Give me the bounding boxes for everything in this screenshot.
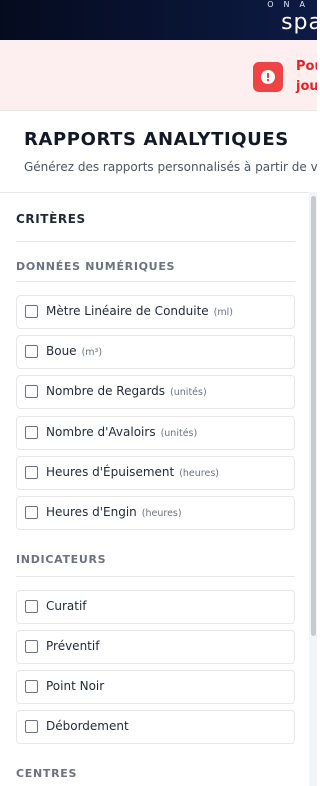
checkbox[interactable] bbox=[25, 506, 38, 519]
alert-icon bbox=[253, 62, 283, 92]
checkbox[interactable] bbox=[25, 466, 38, 479]
divider bbox=[16, 281, 295, 282]
alert-message-line-2: jou bbox=[296, 79, 317, 94]
alert-message: Pou jou bbox=[296, 57, 317, 97]
alert-banner: Pou jou bbox=[0, 40, 317, 111]
unit-label: (unités) bbox=[160, 428, 198, 439]
checkbox[interactable] bbox=[25, 720, 38, 733]
page-header: RAPPORTS ANALYTIQUES Générez des rapport… bbox=[0, 110, 317, 193]
checkbox-row-curatif[interactable]: Curatif bbox=[16, 590, 295, 624]
section-label-centres: CENTRES bbox=[16, 767, 78, 780]
checkbox-row-metre-lineaire[interactable]: Mètre Linéaire de Conduite (ml) bbox=[16, 295, 295, 329]
checkbox-row-point-noir[interactable]: Point Noir bbox=[16, 670, 295, 704]
checkbox-label: Boue bbox=[46, 344, 77, 358]
top-navbar: ONA spa bbox=[0, 0, 317, 40]
checkbox-label: Heures d'Épuisement bbox=[46, 465, 175, 479]
checkbox-label: Curatif bbox=[46, 599, 87, 613]
section-label-numeric: DONNÉES NUMÉRIQUES bbox=[16, 260, 176, 273]
checkbox-label: Nombre d'Avaloirs bbox=[46, 425, 156, 439]
divider bbox=[16, 576, 295, 577]
alert-message-line-1: Pou bbox=[296, 59, 317, 74]
checkbox-row-boue[interactable]: Boue (m³) bbox=[16, 335, 295, 369]
checkbox-label: Préventif bbox=[46, 639, 100, 653]
checkbox[interactable] bbox=[25, 305, 38, 318]
scrollbar-thumb[interactable] bbox=[311, 196, 316, 636]
criteria-panel: CRITÈRES DONNÉES NUMÉRIQUES Mètre Linéai… bbox=[0, 192, 309, 786]
checkbox-label: Mètre Linéaire de Conduite bbox=[46, 304, 209, 318]
checkbox-row-heures-engin[interactable]: Heures d'Engin (heures) bbox=[16, 496, 295, 530]
unit-label: (heures) bbox=[179, 468, 219, 479]
checkbox-label: Débordement bbox=[46, 719, 129, 733]
checkbox-label: Nombre de Regards bbox=[46, 384, 166, 398]
checkbox-row-nombre-regards[interactable]: Nombre de Regards (unités) bbox=[16, 375, 295, 409]
unit-label: (unités) bbox=[170, 387, 207, 398]
checkbox[interactable] bbox=[25, 680, 38, 693]
checkbox-row-preventif[interactable]: Préventif bbox=[16, 630, 295, 664]
page-title: RAPPORTS ANALYTIQUES bbox=[24, 129, 289, 150]
checkbox[interactable] bbox=[25, 345, 38, 358]
checkbox[interactable] bbox=[25, 426, 38, 439]
checkbox[interactable] bbox=[25, 600, 38, 613]
unit-label: (heures) bbox=[141, 508, 182, 519]
checkbox-label: Point Noir bbox=[46, 679, 105, 693]
unit-label: (m³) bbox=[81, 347, 103, 358]
checkbox-row-nombre-avaloirs[interactable]: Nombre d'Avaloirs (unités) bbox=[16, 416, 295, 450]
page-subtitle: Générez des rapports personnalisés à par… bbox=[24, 160, 317, 174]
checkbox[interactable] bbox=[25, 640, 38, 653]
divider bbox=[16, 241, 295, 242]
checkbox[interactable] bbox=[25, 385, 38, 398]
checkbox-row-heures-epuisement[interactable]: Heures d'Épuisement (heures) bbox=[16, 456, 295, 490]
brand-logo-small: ONA bbox=[267, 0, 315, 9]
checkbox-row-debordement[interactable]: Débordement bbox=[16, 710, 295, 744]
section-label-indicators: INDICATEURS bbox=[16, 553, 107, 566]
brand-logo[interactable]: spa bbox=[281, 10, 317, 35]
unit-label: (ml) bbox=[213, 307, 233, 318]
checkbox-label: Heures d'Engin bbox=[46, 505, 137, 519]
criteria-title: CRITÈRES bbox=[16, 212, 86, 226]
